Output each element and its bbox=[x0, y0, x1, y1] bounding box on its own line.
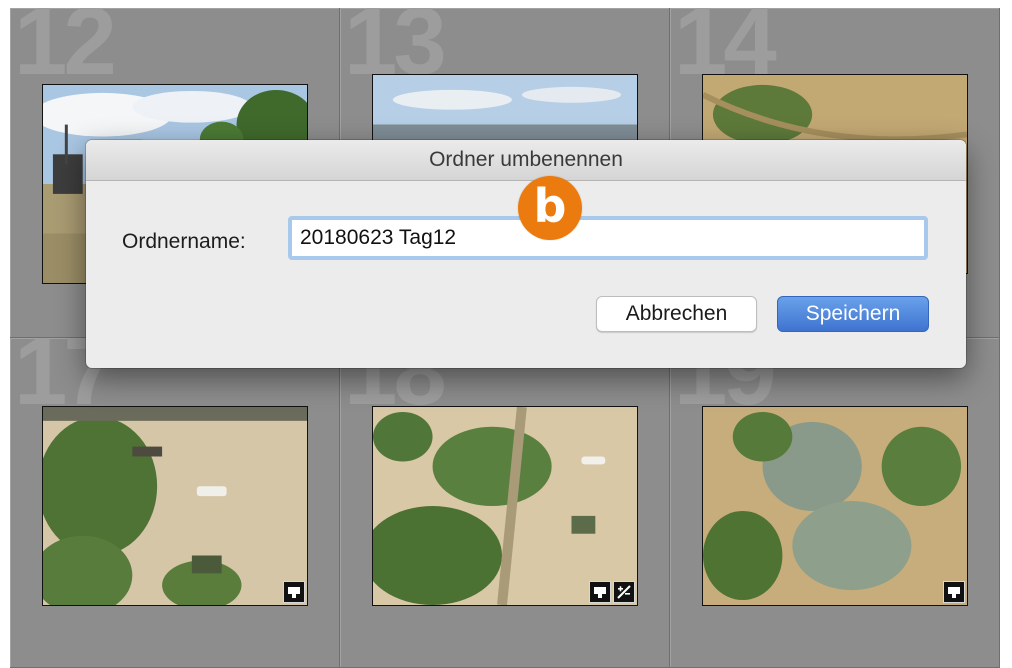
dialog-title: Ordner umbenennen bbox=[86, 140, 966, 181]
develop-adjust-icon bbox=[613, 581, 635, 603]
cancel-button[interactable]: Abbrechen bbox=[596, 296, 757, 332]
grid-cell-17[interactable]: 17 bbox=[10, 338, 340, 668]
thumbnail-badges bbox=[283, 581, 305, 603]
comment-icon bbox=[943, 581, 965, 603]
photo-thumbnail[interactable] bbox=[42, 406, 308, 606]
callout-marker: b bbox=[518, 176, 582, 240]
folder-name-label: Ordnername: bbox=[122, 230, 246, 253]
thumbnail-badges bbox=[943, 581, 965, 603]
thumbnail-badges bbox=[589, 581, 635, 603]
comment-icon bbox=[283, 581, 305, 603]
cell-number: 12 bbox=[14, 8, 117, 95]
photo-thumbnail[interactable] bbox=[372, 406, 638, 606]
rename-folder-dialog: Ordner umbenennen Ordnername: Abbrechen … bbox=[86, 140, 966, 368]
comment-icon bbox=[589, 581, 611, 603]
photo-thumbnail[interactable] bbox=[702, 406, 968, 606]
folder-name-input[interactable] bbox=[288, 216, 928, 260]
grid-cell-19[interactable]: 19 bbox=[670, 338, 1000, 668]
grid-cell-18[interactable]: 18 bbox=[340, 338, 670, 668]
save-button[interactable]: Speichern bbox=[777, 296, 929, 332]
